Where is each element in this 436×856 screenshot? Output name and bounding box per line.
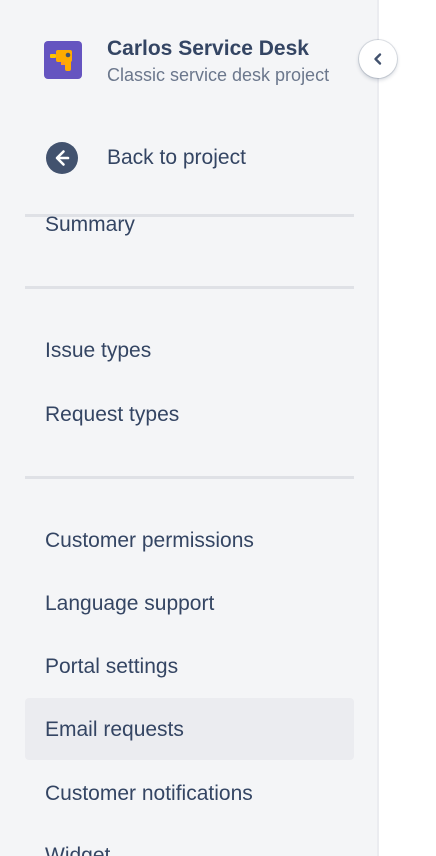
sidebar-item-portal-settings[interactable]: Portal settings <box>25 637 354 699</box>
sidebar-item-label: Widget <box>45 844 111 856</box>
sidebar-item-widget[interactable]: Widget <box>25 826 354 856</box>
sidebar-item-label: Customer notifications <box>45 782 253 805</box>
sidebar-divider <box>25 476 354 479</box>
sidebar-item-language-support[interactable]: Language support <box>25 574 354 636</box>
project-settings-sidebar: Carlos Service Desk Classic service desk… <box>0 0 377 856</box>
sidebar-item-label: Customer permissions <box>45 529 254 552</box>
sidebar-item-customer-notifications[interactable]: Customer notifications <box>25 764 354 826</box>
sidebar-item-summary[interactable]: Summary <box>25 195 354 257</box>
project-header: Carlos Service Desk Classic service desk… <box>44 36 354 86</box>
back-to-project-label: Back to project <box>107 146 246 169</box>
sidebar-item-label: Request types <box>45 403 180 426</box>
sidebar-item-customer-permissions[interactable]: Customer permissions <box>25 511 354 573</box>
sidebar-item-label: Language support <box>45 592 215 615</box>
main-content <box>379 0 436 856</box>
app-window: Carlos Service Desk Classic service desk… <box>0 0 436 856</box>
sidebar-item-label: Portal settings <box>45 655 179 678</box>
chevron-left-icon <box>374 53 382 65</box>
back-to-project-link[interactable]: Back to project <box>44 139 344 179</box>
project-avatar <box>44 41 82 79</box>
sidebar-item-request-types[interactable]: Request types <box>25 385 354 447</box>
project-name: Carlos Service Desk <box>107 37 309 60</box>
sidebar-item-email-requests[interactable]: Email requests <box>25 698 354 760</box>
sidebar-item-label: Email requests <box>45 718 184 741</box>
sidebar-item-issue-types[interactable]: Issue types <box>25 321 354 383</box>
arrow-left-circle-icon <box>46 142 78 174</box>
sidebar-item-label: Issue types <box>45 339 152 362</box>
collapse-sidebar-button[interactable] <box>359 40 397 78</box>
project-type: Classic service desk project <box>107 65 330 85</box>
sidebar-item-label: Summary <box>45 213 135 236</box>
drill-icon <box>50 50 72 71</box>
sidebar-divider <box>25 286 354 289</box>
